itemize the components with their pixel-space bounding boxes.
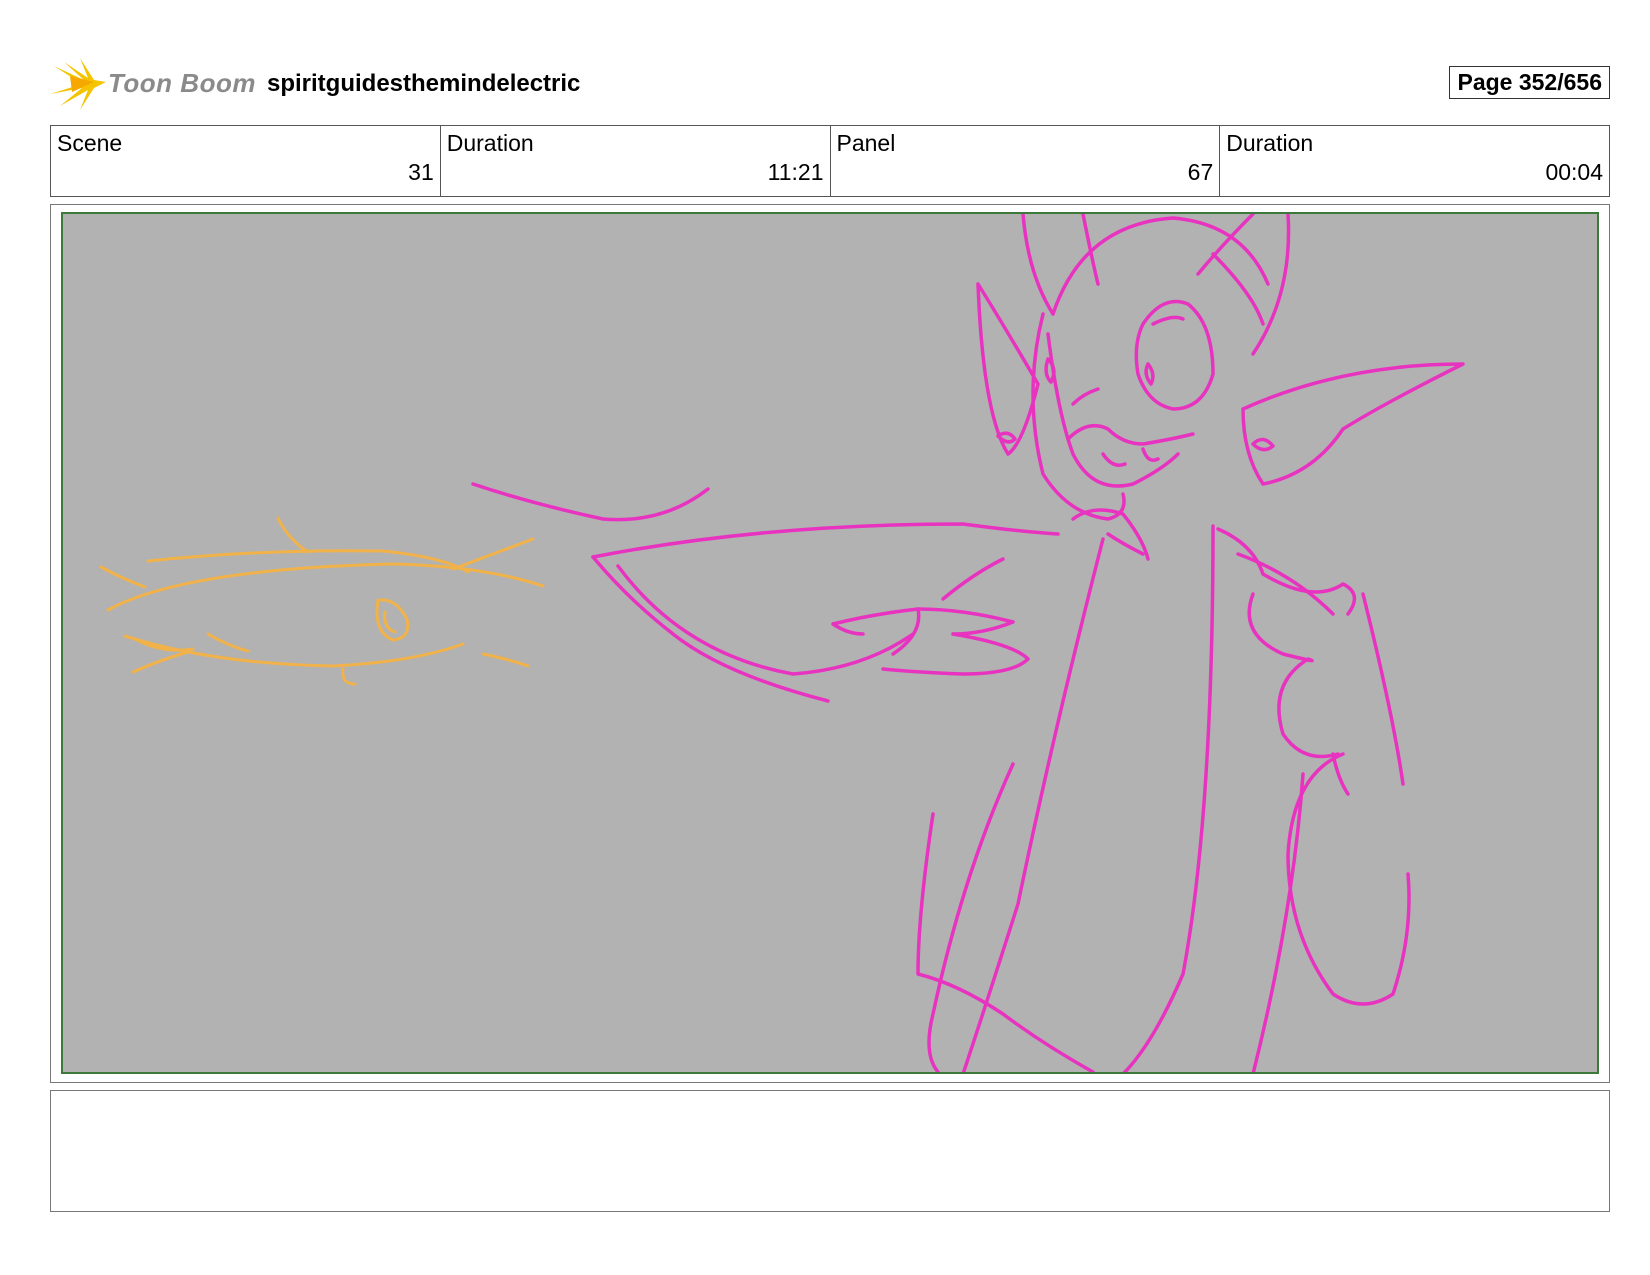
scene-duration-label: Duration: [446, 130, 534, 156]
panel-duration-cell: Duration 00:04: [1220, 126, 1609, 196]
logo-text: Toon Boom: [108, 68, 256, 98]
scene-value: 31: [408, 159, 434, 185]
panel-duration-value: 00:04: [1545, 159, 1603, 185]
panel-duration-label: Duration: [1226, 130, 1314, 156]
page-indicator: Page 352/656: [1449, 66, 1610, 99]
scene-duration-cell: Duration 11:21: [441, 126, 831, 196]
toon-boom-logo: Toon Boom: [50, 56, 255, 112]
scene-duration-value: 11:21: [767, 159, 824, 185]
starburst-icon: [50, 58, 106, 110]
sketch-drawing: [99, 214, 1465, 1072]
page-header: Toon Boom spiritguidesthemindelectric Pa…: [50, 56, 1610, 112]
panel-cell: Panel 67: [831, 126, 1221, 196]
panel-label: Panel: [836, 130, 896, 156]
scene-label: Scene: [57, 130, 123, 156]
panel-value: 67: [1187, 159, 1214, 185]
fish-sketch: [99, 516, 545, 686]
goblin-sketch: [471, 214, 1465, 1072]
project-title: spiritguidesthemindelectric: [267, 70, 581, 97]
scene-cell: Scene 31: [51, 126, 441, 196]
storyboard-panel-image: [61, 212, 1599, 1074]
panel-notes-box: [50, 1090, 1610, 1212]
scene-info-table: Scene 31 Duration 11:21 Panel 67 Duratio…: [50, 125, 1610, 197]
